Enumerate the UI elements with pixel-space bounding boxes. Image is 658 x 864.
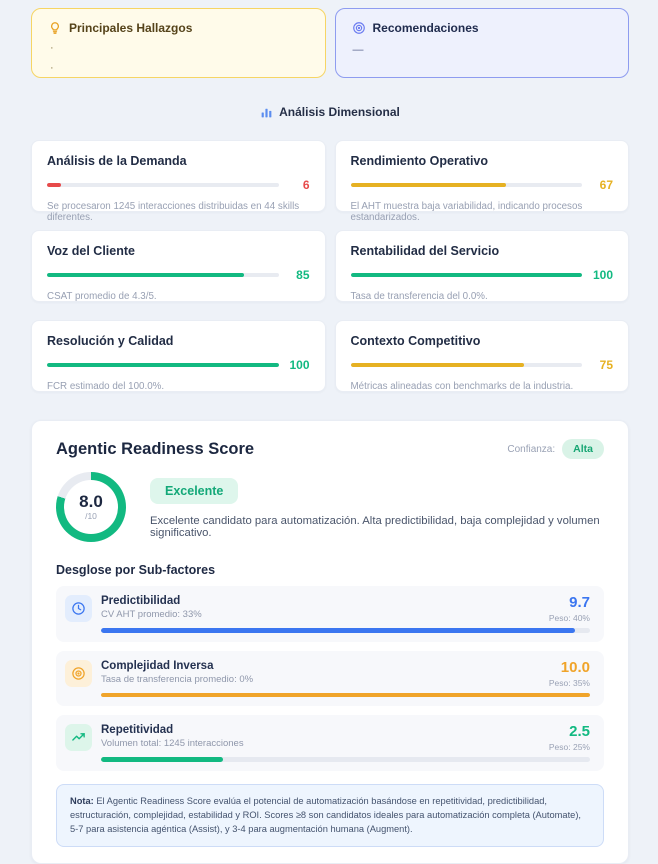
dimension-score: 100 [591,268,613,282]
progress-fill [351,183,506,188]
dimension-card-demanda: Análisis de la Demanda 6 Se procesaron 1… [31,140,326,212]
progress-track [47,183,279,188]
clock-icon [71,601,86,616]
dimension-description: Métricas alineadas con benchmarks de la … [351,381,614,392]
target-icon [352,21,366,35]
subfactor-value: 2.5 [549,724,590,739]
subfactor-weight: Peso: 35% [549,678,590,688]
progress-fill [47,273,244,278]
dimension-score: 75 [591,358,613,372]
recommendations-card: Recomendaciones — [335,8,630,78]
progress-fill [47,183,61,188]
confidence-badge: Alta [562,439,604,459]
agentic-readiness-card: Agentic Readiness Score Confianza: Alta … [31,420,629,864]
note-text: El Agentic Readiness Score evalúa el pot… [70,796,581,835]
note-box: Nota: El Agentic Readiness Score evalúa … [56,784,604,847]
subfactor-row-repetitividad: Repetitividad Volumen total: 1245 intera… [56,715,604,771]
top-cards-row: Principales Hallazgos · · Recomendacione… [31,8,629,78]
progress-track [351,183,583,188]
bar-chart-icon [260,106,273,119]
subfactor-value: 10.0 [549,660,590,675]
score-max: /10 [85,511,97,521]
section-header: Análisis Dimensional [31,105,629,119]
dimension-title: Análisis de la Demanda [47,154,310,168]
dimension-card-rendimiento: Rendimiento Operativo 67 El AHT muestra … [335,140,630,212]
subfactors-title: Desglose por Sub-factores [56,563,604,577]
section-title: Análisis Dimensional [279,105,400,119]
subfactor-detail: Tasa de transferencia promedio: 0% [101,674,549,685]
dimension-description: CSAT promedio de 4.3/5. [47,291,310,302]
progress-fill [351,363,525,368]
findings-header: Principales Hallazgos [48,21,309,35]
dimension-description: FCR estimado del 100.0%. [47,381,310,392]
dimension-card-rentabilidad: Rentabilidad del Servicio 100 Tasa de tr… [335,230,630,302]
findings-card: Principales Hallazgos · · [31,8,326,78]
dimension-score: 85 [288,268,310,282]
rating-badge: Excelente [150,478,238,504]
progress-fill [101,693,590,698]
recommendations-header: Recomendaciones [352,21,613,35]
dimension-description: El AHT muestra baja variabilidad, indica… [351,201,614,223]
subfactor-detail: Volumen total: 1245 interacciones [101,738,549,749]
dimension-title: Rendimiento Operativo [351,154,614,168]
progress-track [351,273,583,278]
score-value: 8.0 [79,493,103,510]
agentic-description: Excelente candidato para automatización.… [150,515,604,539]
subfactor-row-complejidad: Complejidad Inversa Tasa de transferenci… [56,651,604,707]
target-icon [71,666,86,681]
dimension-title: Resolución y Calidad [47,334,310,348]
dimension-card-contexto: Contexto Competitivo 75 Métricas alinead… [335,320,630,392]
findings-title: Principales Hallazgos [69,21,192,35]
dimension-description: Se procesaron 1245 interacciones distrib… [47,201,310,223]
finding-item: · [48,42,309,55]
progress-fill [101,757,223,762]
subfactor-icon-wrap [65,660,92,687]
dimension-title: Contexto Competitivo [351,334,614,348]
subfactor-icon-wrap [65,595,92,622]
finding-item: · [48,62,309,75]
dimension-score: 100 [288,358,310,372]
progress-track [351,363,583,368]
dimension-score: 6 [288,178,310,192]
subfactor-name: Complejidad Inversa [101,660,549,672]
dimension-grid: Análisis de la Demanda 6 Se procesaron 1… [31,140,629,392]
subfactor-weight: Peso: 25% [549,742,590,752]
dimension-card-resolucion: Resolución y Calidad 100 FCR estimado de… [31,320,326,392]
dimension-title: Voz del Cliente [47,244,310,258]
progress-track [101,757,590,762]
agentic-title: Agentic Readiness Score [56,440,254,459]
trend-up-icon [71,730,86,745]
subfactor-detail: CV AHT promedio: 33% [101,609,549,620]
recommendations-title: Recomendaciones [373,21,479,35]
dimension-title: Rentabilidad del Servicio [351,244,614,258]
report-page: Principales Hallazgos · · Recomendacione… [0,0,658,864]
dimension-description: Tasa de transferencia del 0.0%. [351,291,614,302]
confidence-label: Confianza: [507,444,555,455]
progress-fill [101,628,575,633]
note-label: Nota: [70,796,94,806]
progress-track [47,363,279,368]
progress-track [47,273,279,278]
subfactor-icon-wrap [65,724,92,751]
progress-track [101,628,590,633]
progress-fill [351,273,583,278]
dimension-score: 67 [591,178,613,192]
subfactor-row-predictibilidad: Predictibilidad CV AHT promedio: 33% 9.7… [56,586,604,642]
subfactor-weight: Peso: 40% [549,613,590,623]
lightbulb-icon [48,21,62,35]
subfactor-name: Repetitividad [101,724,549,736]
subfactor-name: Predictibilidad [101,595,549,607]
progress-fill [47,363,279,368]
dimension-card-voz-cliente: Voz del Cliente 85 CSAT promedio de 4.3/… [31,230,326,302]
recommendations-content: — [352,44,613,56]
subfactor-value: 9.7 [549,595,590,610]
score-ring: 8.0 /10 [56,472,126,542]
progress-track [101,693,590,698]
